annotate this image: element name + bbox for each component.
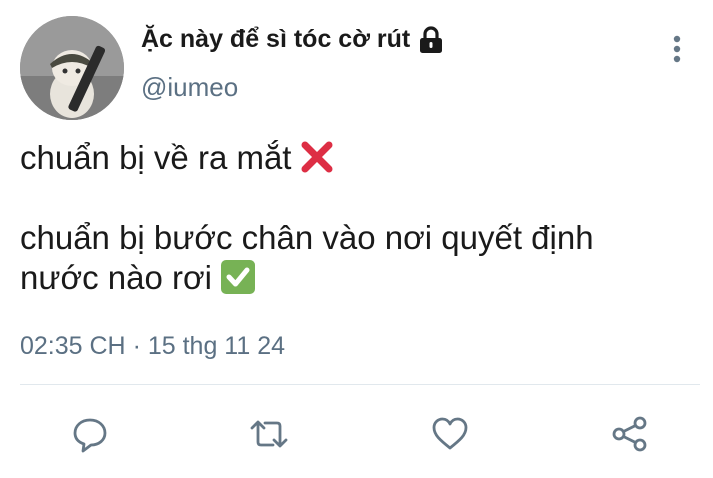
- tweet-line-3: nước nào rơi: [20, 258, 690, 298]
- display-name[interactable]: Ặc này để sì tóc cờ rút: [141, 25, 444, 54]
- check-mark-emoji: [220, 260, 255, 294]
- more-vertical-icon[interactable]: [664, 32, 690, 66]
- share-icon: [612, 416, 647, 452]
- divider: [20, 384, 700, 385]
- heart-icon: [432, 417, 468, 450]
- tweet-line-3-text: nước nào rơi: [20, 259, 212, 296]
- like-button[interactable]: [428, 412, 472, 456]
- avatar-image: [20, 16, 124, 120]
- reply-icon: [73, 418, 107, 453]
- display-name-text: Ặc này để sì tóc cờ rút: [141, 25, 411, 53]
- tweet-line-1: chuẩn bị về ra mắt: [20, 138, 690, 178]
- retweet-button[interactable]: [247, 412, 291, 456]
- tweet-timestamp[interactable]: 02:35 CH · 15 thg 11 24: [20, 332, 285, 361]
- timestamp-separator: ·: [132, 332, 141, 360]
- tweet-line-2: chuẩn bị bước chân vào nơi quyết định: [20, 219, 594, 256]
- cross-mark-emoji: [301, 141, 333, 173]
- tweet-date: 15 thg 11 24: [147, 332, 286, 360]
- tweet-line-1-text: chuẩn bị về ra mắt: [20, 139, 292, 176]
- reply-button[interactable]: [68, 412, 112, 456]
- lock-icon: [420, 25, 443, 53]
- retweet-icon: [250, 420, 288, 448]
- user-handle[interactable]: @iumeo: [141, 72, 238, 103]
- tweet-time: 02:35 CH: [20, 332, 126, 360]
- avatar[interactable]: [20, 16, 124, 120]
- tweet-text: chuẩn bị về ra mắt chuẩn bị bước chân và…: [20, 138, 690, 298]
- share-button[interactable]: [608, 412, 652, 456]
